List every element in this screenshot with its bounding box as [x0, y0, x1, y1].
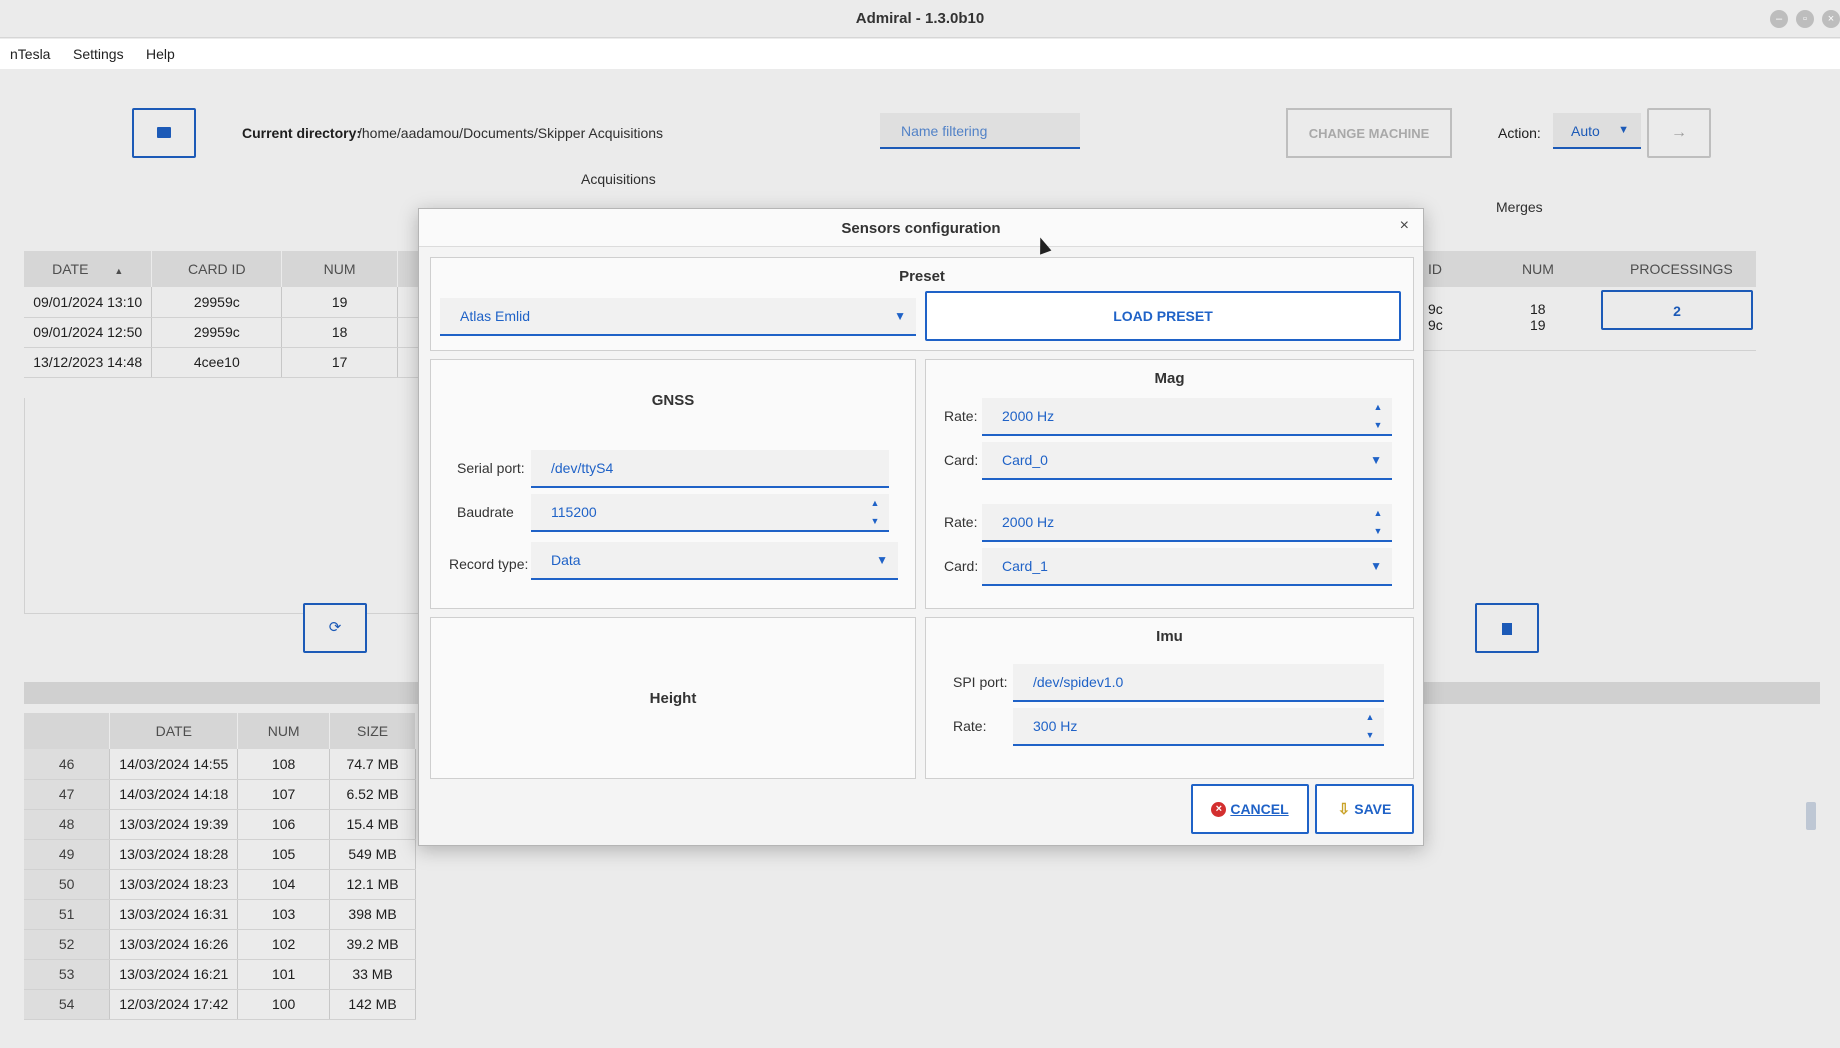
gnss-panel: GNSS Serial port: /dev/ttyS4 Baudrate 11…: [430, 359, 916, 609]
close-icon[interactable]: ×: [1400, 217, 1409, 235]
spi-port-label: SPI port:: [953, 674, 1008, 690]
load-preset-button[interactable]: LOAD PRESET: [925, 291, 1401, 341]
menu-ntesla[interactable]: nTesla: [10, 46, 50, 62]
preset-title: Preset: [899, 268, 945, 285]
preset-select[interactable]: Atlas Emlid ▼: [440, 298, 916, 336]
menu-bar: nTesla Settings Help: [0, 39, 1840, 69]
mag-rate-value-2: 2000 Hz: [1002, 514, 1055, 530]
cancel-label: CANCEL: [1230, 801, 1289, 817]
chevron-down-icon: ▼: [1370, 453, 1382, 467]
spin-down-icon: ▼: [1373, 420, 1383, 430]
serial-port-input[interactable]: /dev/ttyS4: [531, 450, 889, 488]
menu-help[interactable]: Help: [146, 46, 175, 62]
gnss-title: GNSS: [651, 392, 695, 409]
record-type-value: Data: [551, 552, 581, 568]
window-title: Admiral - 1.3.0b10: [855, 10, 985, 27]
height-title: Height: [649, 690, 697, 707]
height-panel: Height: [430, 617, 916, 779]
sensors-config-dialog: Sensors configuration × Preset Atlas Eml…: [418, 208, 1424, 846]
mag-card-select-2[interactable]: Card_1 ▼: [982, 548, 1392, 586]
mag-card-label-1: Card:: [944, 452, 979, 468]
close-window-icon[interactable]: ×: [1822, 10, 1840, 28]
mag-rate-label-1: Rate:: [944, 408, 978, 424]
mag-rate-spinbox-1[interactable]: 2000 Hz ▲ ▼: [982, 398, 1392, 436]
mag-rate-value-1: 2000 Hz: [1002, 408, 1055, 424]
spin-down-icon: ▼: [1373, 526, 1383, 536]
window-titlebar: Admiral - 1.3.0b10 – ▫ ×: [0, 0, 1840, 38]
mag-card-label-2: Card:: [944, 558, 979, 574]
mag-card-value-1: Card_0: [1002, 452, 1048, 468]
chevron-down-icon: ▼: [1370, 559, 1382, 573]
minimize-icon[interactable]: –: [1770, 10, 1788, 28]
chevron-down-icon: ▼: [876, 553, 888, 567]
mag-panel: Mag Rate: 2000 Hz ▲ ▼ Card: Card_0 ▼ Rate…: [925, 359, 1414, 609]
baudrate-label: Baudrate: [457, 504, 514, 520]
baudrate-value: 115200: [551, 504, 597, 520]
chevron-down-icon: ▼: [894, 309, 906, 323]
save-icon: ⇩: [1337, 801, 1351, 818]
baudrate-spinbox[interactable]: 115200 ▲ ▼: [531, 494, 889, 532]
dialog-titlebar: Sensors configuration ×: [419, 209, 1423, 247]
preset-value: Atlas Emlid: [460, 308, 531, 324]
mag-card-value-2: Card_1: [1002, 558, 1048, 574]
spin-down-icon: ▼: [870, 516, 880, 526]
imu-rate-value: 300 Hz: [1033, 718, 1078, 734]
mag-card-select-1[interactable]: Card_0 ▼: [982, 442, 1392, 480]
spin-up-icon: ▲: [870, 498, 880, 508]
cancel-button[interactable]: × CANCEL: [1191, 784, 1309, 834]
mag-title: Mag: [1154, 370, 1185, 387]
maximize-icon[interactable]: ▫: [1796, 10, 1814, 28]
mag-rate-label-2: Rate:: [944, 514, 978, 530]
mag-rate-spinbox-2[interactable]: 2000 Hz ▲ ▼: [982, 504, 1392, 542]
preset-panel: Preset Atlas Emlid ▼ LOAD PRESET: [430, 257, 1414, 351]
spin-up-icon: ▲: [1365, 712, 1375, 722]
dialog-title: Sensors configuration: [841, 220, 1001, 237]
spin-up-icon: ▲: [1373, 508, 1383, 518]
imu-title: Imu: [1156, 628, 1183, 645]
record-type-label: Record type:: [449, 556, 529, 572]
save-label: SAVE: [1354, 801, 1392, 817]
spin-up-icon: ▲: [1373, 402, 1383, 412]
menu-settings[interactable]: Settings: [73, 46, 124, 62]
serial-port-label: Serial port:: [457, 460, 525, 476]
imu-rate-label: Rate:: [953, 718, 987, 734]
record-type-select[interactable]: Data ▼: [531, 542, 898, 580]
save-button[interactable]: ⇩ SAVE: [1315, 784, 1414, 834]
spin-down-icon: ▼: [1365, 730, 1375, 740]
imu-panel: Imu SPI port: /dev/spidev1.0 Rate: 300 H…: [925, 617, 1414, 779]
imu-rate-spinbox[interactable]: 300 Hz ▲ ▼: [1013, 708, 1384, 746]
cancel-icon: ×: [1211, 801, 1227, 817]
spi-port-input[interactable]: /dev/spidev1.0: [1013, 664, 1384, 702]
